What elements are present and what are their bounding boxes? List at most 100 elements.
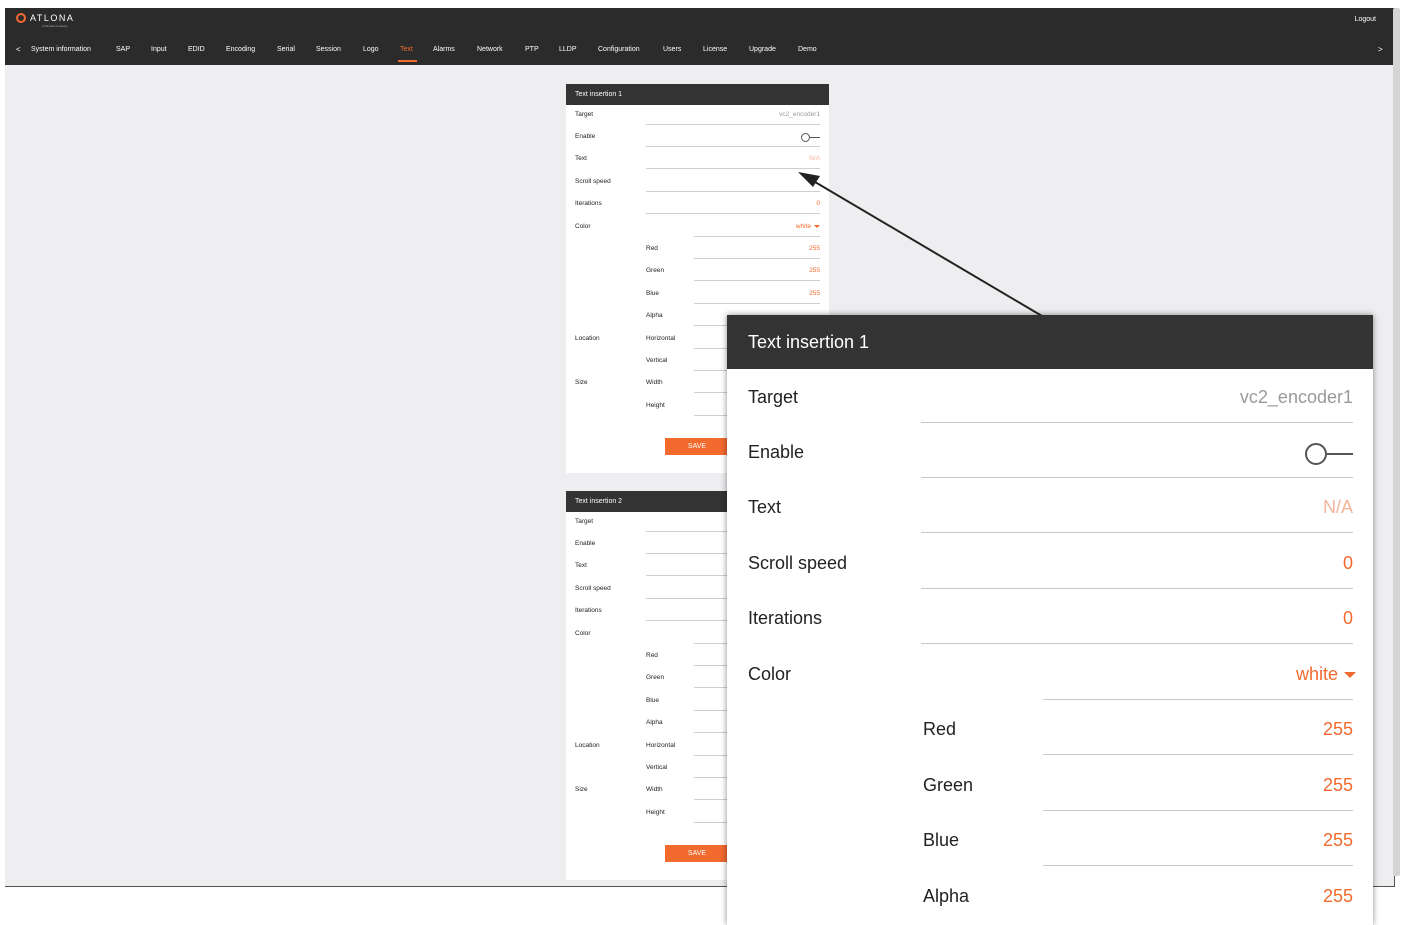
red-input[interactable]: 255	[809, 245, 820, 252]
green-input[interactable]: 255	[809, 267, 820, 274]
nav-item-sap[interactable]: SAP	[116, 46, 130, 53]
blue-input[interactable]: 255	[809, 290, 820, 297]
toggle-knob-icon	[1305, 443, 1327, 465]
nav-item-demo[interactable]: Demo	[798, 46, 817, 53]
field-underline	[1043, 810, 1353, 811]
nav-item-upgrade[interactable]: Upgrade	[749, 46, 776, 53]
height-label: Height	[646, 402, 665, 409]
color-label: Color	[748, 664, 792, 684]
location-label: Location	[575, 335, 600, 342]
red-input[interactable]: 255	[1323, 719, 1353, 740]
vertical-scrollbar[interactable]	[1393, 8, 1400, 876]
nav-item-text[interactable]: Text	[400, 46, 413, 53]
field-underline	[694, 280, 820, 281]
enable-toggle[interactable]	[801, 133, 820, 142]
scroll-speed-label: Scroll speed	[575, 178, 611, 185]
nav-item-logo[interactable]: Logo	[363, 46, 379, 53]
target-value: vc2_encoder1	[779, 111, 820, 118]
nav-item-configuration[interactable]: Configuration	[598, 46, 640, 53]
iterations-label: Iterations	[575, 607, 602, 614]
nav-item-session[interactable]: Session	[316, 46, 341, 53]
scroll-speed-label: Scroll speed	[575, 585, 611, 592]
vertical-label: Vertical	[646, 764, 668, 771]
zoomed-text-insertion-1-panel: Text insertion 1 Target vc2_encoder1 Ena…	[727, 315, 1373, 925]
field-underline	[646, 191, 820, 192]
save-button[interactable]: SAVE	[665, 845, 729, 862]
enable-label: Enable	[575, 133, 596, 140]
nav-item-network[interactable]: Network	[477, 46, 503, 53]
green-input[interactable]: 255	[1323, 775, 1353, 796]
target-row: Target vc2_encoder1	[566, 108, 829, 130]
logout-link[interactable]: Logout	[1355, 16, 1376, 23]
atlona-logo[interactable]: ATLONA A Panduit company	[16, 13, 86, 29]
zoom-alpha-row: Alpha 255	[727, 868, 1373, 923]
width-label: Width	[646, 379, 663, 386]
blue-label: Blue	[646, 290, 660, 297]
toggle-track	[1327, 453, 1353, 455]
color-select[interactable]: white	[796, 223, 820, 230]
zoom-scroll-speed-row: Scroll speed 0	[727, 535, 1373, 590]
iterations-input[interactable]: 0	[816, 200, 820, 207]
nav-item-ptp[interactable]: PTP	[525, 46, 539, 53]
field-underline	[646, 213, 820, 214]
chevron-down-icon	[1344, 672, 1356, 679]
field-underline	[694, 303, 820, 304]
zoom-green-row: Green 255	[727, 757, 1373, 812]
alpha-label: Alpha	[646, 312, 663, 319]
alpha-input[interactable]: 255	[1323, 886, 1353, 907]
text-input[interactable]: N/A	[809, 155, 820, 162]
active-tab-indicator	[398, 60, 417, 62]
color-select[interactable]: white	[1296, 664, 1356, 685]
nav-item-users[interactable]: Users	[663, 46, 681, 53]
size-label: Size	[575, 786, 588, 793]
size-label: Size	[575, 379, 588, 386]
field-underline	[921, 477, 1353, 478]
nav-item-license[interactable]: License	[703, 46, 727, 53]
save-button[interactable]: SAVE	[665, 438, 729, 455]
iterations-input[interactable]: 0	[1343, 608, 1353, 629]
field-underline	[646, 168, 820, 169]
field-underline	[694, 258, 820, 259]
horizontal-label: Horizontal	[646, 335, 676, 342]
nav-item-edid[interactable]: EDID	[188, 46, 205, 53]
scroll-speed-row: Scroll speed	[566, 175, 829, 197]
toggle-knob-icon	[801, 133, 810, 142]
nav-item-system-information[interactable]: System information	[31, 46, 91, 53]
zoom-panel-title: Text insertion 1	[727, 315, 1373, 369]
nav-prev-button[interactable]: <	[16, 45, 21, 54]
text-row: Text N/A	[566, 152, 829, 174]
nav-item-alarms[interactable]: Alarms	[433, 46, 455, 53]
enable-row: Enable	[566, 130, 829, 152]
panel-title: Text insertion 1	[566, 84, 829, 105]
red-row: Red 255	[566, 242, 829, 264]
field-underline	[694, 236, 820, 237]
scroll-speed-input[interactable]: 0	[1343, 553, 1353, 574]
green-row: Green 255	[566, 264, 829, 286]
red-label: Red	[646, 652, 658, 659]
green-label: Green	[646, 267, 665, 274]
field-underline	[921, 532, 1353, 533]
field-underline	[1043, 699, 1353, 700]
toggle-track	[810, 137, 820, 138]
field-underline	[1043, 754, 1353, 755]
target-value: vc2_encoder1	[1239, 387, 1353, 407]
iterations-row: Iterations 0	[566, 197, 829, 219]
alpha-label: Alpha	[923, 886, 970, 906]
nav-item-serial[interactable]: Serial	[277, 46, 295, 53]
enable-toggle[interactable]	[1305, 443, 1353, 465]
text-input[interactable]: N/A	[1323, 497, 1353, 518]
color-label: Color	[575, 630, 591, 637]
text-label: Text	[575, 562, 587, 569]
top-navigation-bar: ATLONA A Panduit company Logout < System…	[5, 8, 1394, 65]
logo-text: ATLONA	[30, 13, 75, 23]
nav-item-lldp[interactable]: LLDP	[559, 46, 577, 53]
blue-input[interactable]: 255	[1323, 830, 1353, 851]
text-label: Text	[575, 155, 587, 162]
nav-item-encoding[interactable]: Encoding	[226, 46, 255, 53]
width-label: Width	[646, 786, 663, 793]
target-label: Target	[575, 518, 594, 525]
red-label: Red	[646, 245, 658, 252]
location-label: Location	[575, 742, 600, 749]
nav-item-input[interactable]: Input	[151, 46, 167, 53]
nav-next-button[interactable]: >	[1378, 45, 1383, 54]
